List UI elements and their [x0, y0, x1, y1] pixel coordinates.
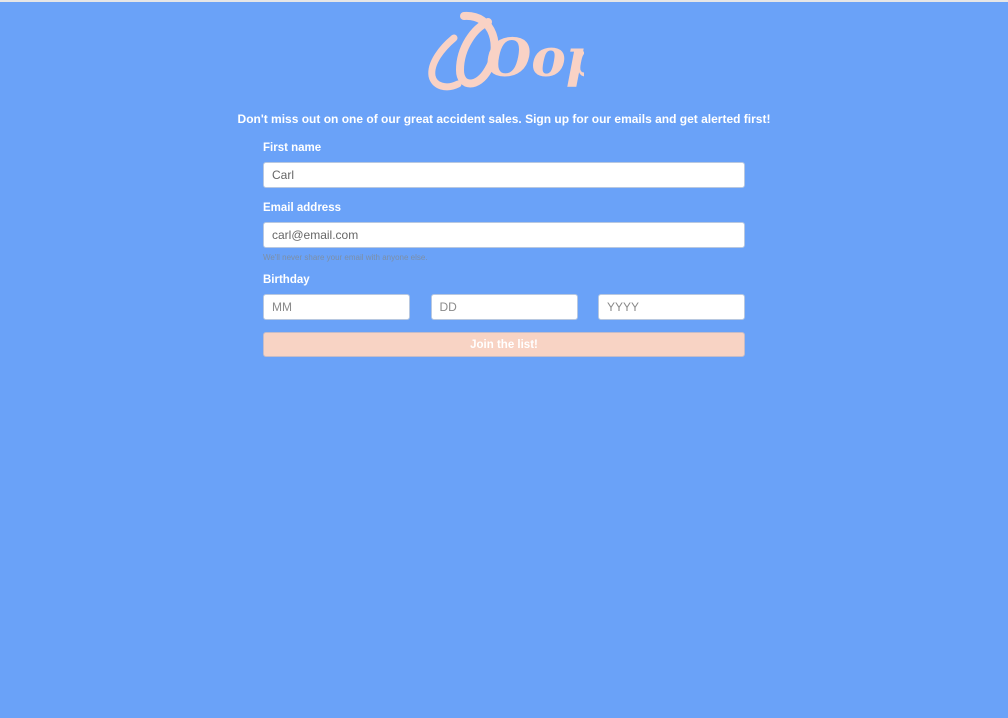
first-name-group: First name — [263, 140, 745, 188]
birthday-fields — [263, 294, 745, 320]
join-list-button[interactable]: Join the list! — [263, 332, 745, 357]
logo-text: Oops — [486, 28, 584, 89]
email-input[interactable] — [263, 222, 745, 248]
birthday-group: Birthday — [263, 272, 745, 320]
email-help-text: We'll never share your email with anyone… — [263, 253, 428, 262]
birthday-label: Birthday — [263, 274, 310, 286]
signup-form: First name Email address We'll never sha… — [263, 140, 745, 357]
email-label: Email address — [263, 202, 341, 214]
email-group: Email address We'll never share your ema… — [263, 200, 745, 264]
first-name-label: First name — [263, 142, 322, 154]
logo: Oops — [424, 8, 584, 104]
tagline: Don't miss out on one of our great accid… — [237, 112, 771, 126]
birthday-month-input[interactable] — [263, 294, 410, 320]
birthday-year-input[interactable] — [598, 294, 745, 320]
oops-logo-image: Oops — [428, 11, 584, 91]
first-name-input[interactable] — [263, 162, 745, 188]
birthday-day-input[interactable] — [430, 294, 578, 320]
